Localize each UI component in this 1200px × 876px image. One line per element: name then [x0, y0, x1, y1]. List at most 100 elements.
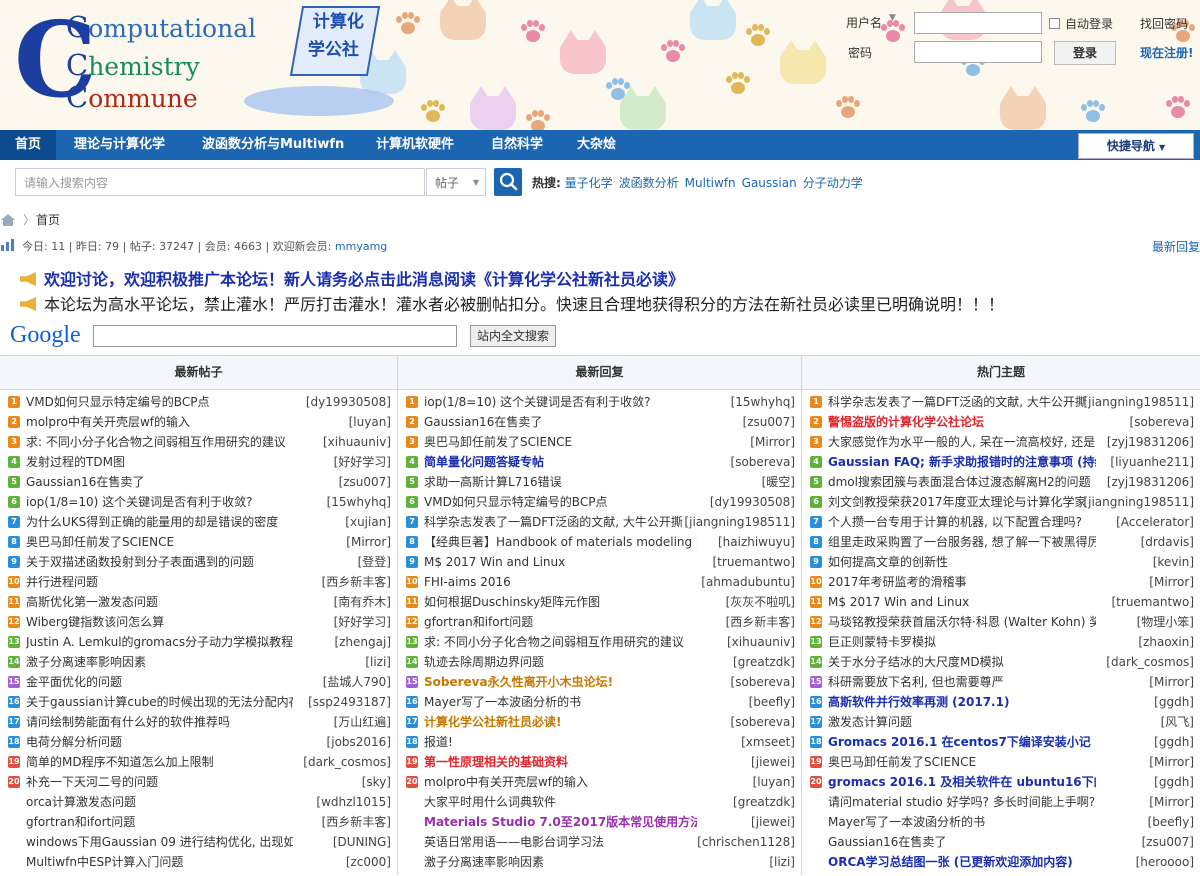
latest-reply-link[interactable]: 最新回复: [1152, 238, 1200, 255]
thread-row[interactable]: 15 Sobereva永久性离开小木虫论坛! [sobereva]: [398, 672, 801, 692]
thread-author[interactable]: [greatzdk]: [733, 792, 795, 812]
thread-author[interactable]: [jiangning198511]: [684, 512, 795, 532]
thread-title[interactable]: gromacs 2016.1 及相关软件在 ubuntu16下的安装 (懒人版): [828, 772, 1096, 792]
thread-author[interactable]: [DUNING]: [333, 832, 391, 852]
thread-author[interactable]: [xihuauniv]: [323, 432, 391, 452]
thread-title[interactable]: 奥巴马卸任前发了SCIENCE: [26, 532, 293, 552]
thread-author[interactable]: [dy19930508]: [710, 492, 795, 512]
thread-row[interactable]: 10 FHI-aims 2016 [ahmadubuntu]: [398, 572, 801, 592]
thread-row[interactable]: 6 刘文剑教授荣获2017年度亚太理论与计算化学家 [jiangning198511…: [802, 492, 1200, 512]
home-icon[interactable]: [0, 213, 16, 227]
hot-search-term[interactable]: 分子动力学: [803, 176, 863, 190]
thread-author[interactable]: [drdavis]: [1141, 532, 1194, 552]
thread-author[interactable]: [15whyhq]: [327, 492, 391, 512]
thread-author[interactable]: [西乡新丰客]: [322, 812, 391, 832]
thread-title[interactable]: Sobereva永久性离开小木虫论坛!: [424, 672, 697, 692]
thread-title[interactable]: 警惕盗版的计算化学公社论坛: [828, 412, 1096, 432]
thread-author[interactable]: [dark_cosmos]: [1106, 652, 1194, 672]
thread-author[interactable]: [jiewei]: [751, 752, 795, 772]
thread-row[interactable]: windows下用Gaussian 09 进行结构优化, 出现如下错误 [DUNI…: [0, 832, 397, 852]
hot-search-term[interactable]: 波函数分析: [619, 176, 679, 190]
thread-title[interactable]: Multiwfn中ESP计算入门问题: [26, 852, 293, 872]
thread-row[interactable]: 3 大家感觉作为水平一般的人, 呆在一流高校好, 还是 [zyj19831206]: [802, 432, 1200, 452]
google-search-input[interactable]: [93, 325, 457, 347]
thread-row[interactable]: 16 高斯软件并行效率再测 (2017.1) [ggdh]: [802, 692, 1200, 712]
forgot-password-link[interactable]: 找回密码: [1140, 15, 1188, 32]
thread-title[interactable]: Gromacs 2016.1 在centos7下编译安装小记 (支持openmp…: [828, 732, 1096, 752]
thread-title[interactable]: 激子分离速率影响因素: [424, 852, 697, 872]
thread-title[interactable]: 刘文剑教授荣获2017年度亚太理论与计算化学家: [828, 492, 1096, 512]
thread-title[interactable]: Mayer写了一本波函分析的书: [828, 812, 1096, 832]
thread-author[interactable]: [好好学习]: [334, 612, 391, 632]
thread-author[interactable]: [xujian]: [345, 512, 391, 532]
thread-author[interactable]: [wdhzl1015]: [316, 792, 391, 812]
nav-item-theory[interactable]: 理论与计算化学: [74, 130, 165, 160]
thread-title[interactable]: 求: 不同小分子化合物之间弱相互作用研究的建议: [424, 632, 697, 652]
thread-title[interactable]: 关于双描述函数投射到分子表面遇到的问题: [26, 552, 293, 572]
quick-nav-button[interactable]: 快捷导航 ▼: [1078, 133, 1194, 159]
thread-row[interactable]: 9 如何提高文章的创新性 [kevin]: [802, 552, 1200, 572]
thread-title[interactable]: gfortran和ifort问题: [26, 812, 293, 832]
thread-author[interactable]: [ggdh]: [1154, 772, 1194, 792]
thread-title[interactable]: 如何提高文章的创新性: [828, 552, 1096, 572]
thread-author[interactable]: [登登]: [358, 552, 391, 572]
thread-title[interactable]: M$ 2017 Win and Linux: [828, 592, 1096, 612]
thread-row[interactable]: 19 简单的MD程序不知道怎么加上限制 [dark_cosmos]: [0, 752, 397, 772]
thread-author[interactable]: [sobereva]: [731, 712, 795, 732]
thread-title[interactable]: 报道!: [424, 732, 697, 752]
thread-row[interactable]: 12 Wiberg键指数该问怎么算 [好好学习]: [0, 612, 397, 632]
thread-row[interactable]: 17 请问绘制势能面有什么好的软件推荐吗 [万山红遍]: [0, 712, 397, 732]
thread-author[interactable]: [灰灰不啦叽]: [726, 592, 795, 612]
thread-author[interactable]: [chrischen1128]: [697, 832, 795, 852]
username-type-dropdown-icon[interactable]: ▼: [889, 13, 896, 23]
thread-row[interactable]: 5 dmol搜索团簇与表面混合体过渡态解离H2的问题 [zyj19831206]: [802, 472, 1200, 492]
thread-row[interactable]: 7 为什么UKS得到正确的能量用的却是错误的密度 [xujian]: [0, 512, 397, 532]
thread-author[interactable]: [南有乔木]: [334, 592, 391, 612]
hot-search-term[interactable]: Gaussian: [742, 176, 797, 190]
thread-row[interactable]: 20 molpro中有关开壳层wf的输入 [luyan]: [398, 772, 801, 792]
thread-row[interactable]: 请问material studio 好学吗? 多长时间能上手啊? [Mirror]: [802, 792, 1200, 812]
thread-title[interactable]: 组里走政采购置了一台服务器, 想了解一下被黑得厉害不: [828, 532, 1096, 552]
thread-author[interactable]: [truemantwo]: [713, 552, 796, 572]
thread-title[interactable]: M$ 2017 Win and Linux: [424, 552, 697, 572]
thread-row[interactable]: 14 关于水分子结冰的大尺度MD模拟 [dark_cosmos]: [802, 652, 1200, 672]
thread-title[interactable]: VMD如何只显示特定编号的BCP点: [26, 392, 293, 412]
hot-search-term[interactable]: Multiwfn: [685, 176, 736, 190]
thread-title[interactable]: ORCA学习总结图一张 (已更新欢迎添加内容): [828, 852, 1096, 872]
thread-row[interactable]: 13 Justin A. Lemkul的gromacs分子动力学模拟教程打包下载 […: [0, 632, 397, 652]
thread-author[interactable]: [zyj19831206]: [1107, 432, 1194, 452]
thread-title[interactable]: 求助一高斯计算L716错误: [424, 472, 697, 492]
thread-row[interactable]: 6 iop(1/8=10) 这个关键词是否有利于收敛? [15whyhq]: [0, 492, 397, 512]
thread-author[interactable]: [jiangning198511]: [1083, 392, 1194, 412]
thread-row[interactable]: 3 求: 不同小分子化合物之间弱相互作用研究的建议 [xihuauniv]: [0, 432, 397, 452]
thread-row[interactable]: 8 组里走政采购置了一台服务器, 想了解一下被黑得厉害不 [drdavis]: [802, 532, 1200, 552]
thread-author[interactable]: [Mirror]: [1149, 752, 1194, 772]
thread-author[interactable]: [zsu007]: [339, 472, 391, 492]
thread-title[interactable]: 2017年考研监考的滑稽事: [828, 572, 1096, 592]
thread-author[interactable]: [jobs2016]: [327, 732, 391, 752]
thread-row[interactable]: 9 关于双描述函数投射到分子表面遇到的问题 [登登]: [0, 552, 397, 572]
thread-row[interactable]: 9 M$ 2017 Win and Linux [truemantwo]: [398, 552, 801, 572]
thread-title[interactable]: molpro中有关开壳层wf的输入: [26, 412, 293, 432]
thread-row[interactable]: 17 激发态计算问题 [风飞]: [802, 712, 1200, 732]
site-search-button[interactable]: 站内全文搜索: [470, 325, 556, 347]
autologin-checkbox[interactable]: [1049, 18, 1060, 29]
thread-row[interactable]: 13 巨正则蒙特卡罗模拟 [zhaoxin]: [802, 632, 1200, 652]
notice-1[interactable]: 欢迎讨论，欢迎积极推广本论坛！新人请务必点击此消息阅读《计算化学公社新社员必读》: [20, 266, 684, 290]
thread-title[interactable]: Gaussian FAQ; 新手求助报错时的注意事项 (持续更: [828, 452, 1096, 472]
thread-row[interactable]: 15 科研需要放下名利, 但也需要尊严 [Mirror]: [802, 672, 1200, 692]
thread-row[interactable]: 3 奥巴马卸任前发了SCIENCE [Mirror]: [398, 432, 801, 452]
thread-title[interactable]: 大家感觉作为水平一般的人, 呆在一流高校好, 还是: [828, 432, 1096, 452]
login-button[interactable]: 登录: [1054, 41, 1116, 65]
thread-title[interactable]: 科学杂志发表了一篇DFT泛函的文献, 大牛公开撕: [424, 512, 697, 532]
thread-row[interactable]: 11 M$ 2017 Win and Linux [truemantwo]: [802, 592, 1200, 612]
thread-title[interactable]: FHI-aims 2016: [424, 572, 697, 592]
thread-author[interactable]: [zsu007]: [743, 412, 795, 432]
thread-title[interactable]: Justin A. Lemkul的gromacs分子动力学模拟教程打包下载: [26, 632, 293, 652]
thread-author[interactable]: [ssp2493187]: [308, 692, 391, 712]
thread-title[interactable]: 电荷分解分析问题: [26, 732, 293, 752]
thread-author[interactable]: [zhaoxin]: [1138, 632, 1194, 652]
thread-row[interactable]: gfortran和ifort问题 [西乡新丰客]: [0, 812, 397, 832]
thread-title[interactable]: 【经典巨著】Handbook of materials modeling par…: [424, 532, 697, 552]
thread-author[interactable]: [dy19930508]: [306, 392, 391, 412]
